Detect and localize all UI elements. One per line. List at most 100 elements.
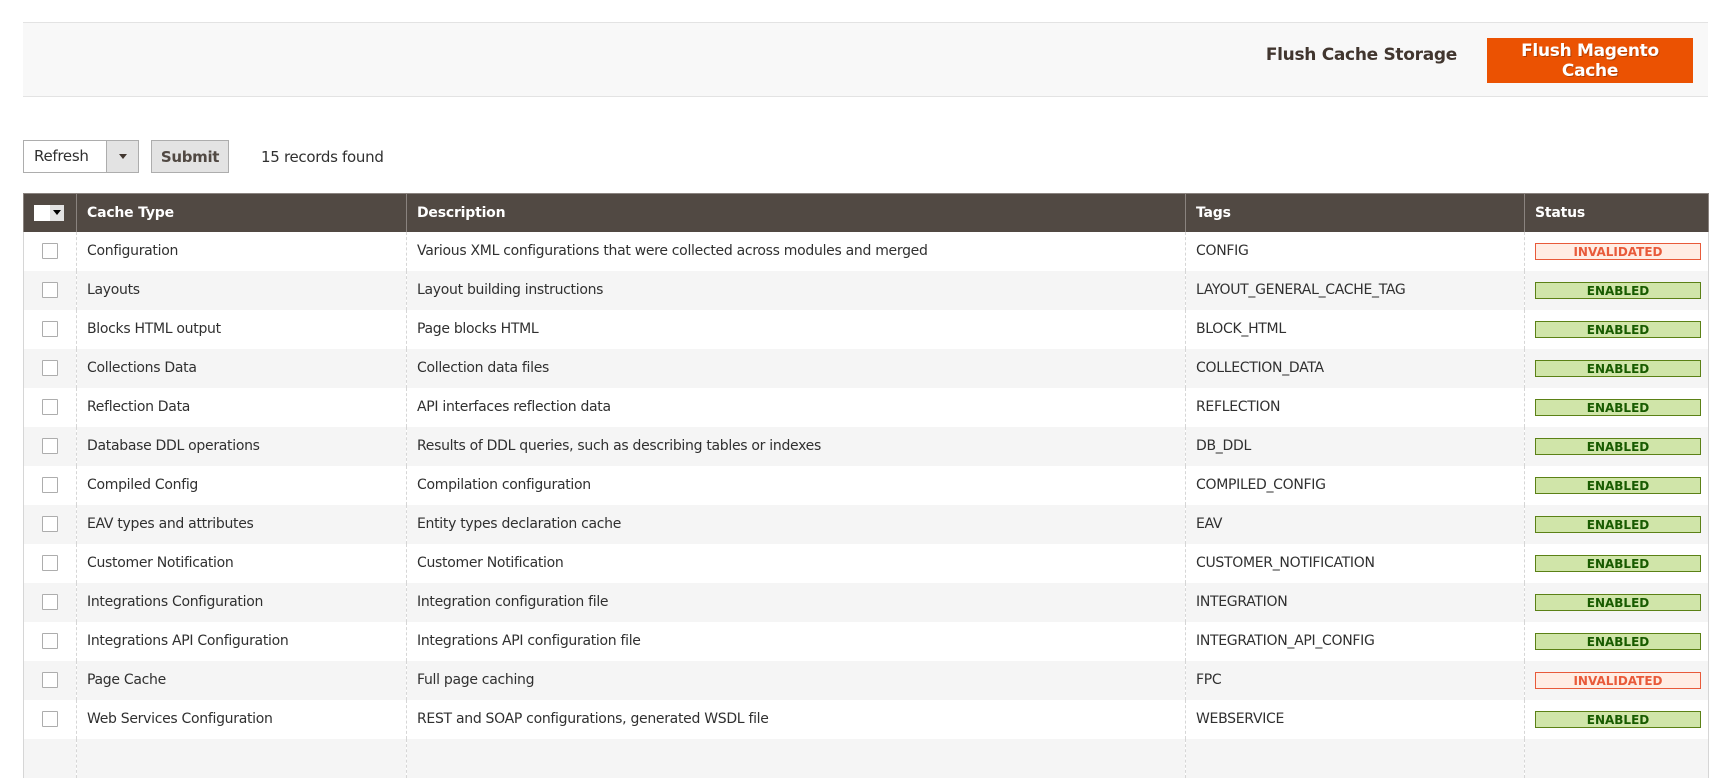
grid-toolbar: Refresh Submit 15 records found: [23, 140, 384, 173]
tags-cell: CUSTOMER_NOTIFICATION: [1185, 543, 1525, 583]
row-checkbox[interactable]: [42, 711, 58, 727]
description-cell: Page blocks HTML: [406, 309, 1186, 349]
cache-type-cell: Database DDL operations: [76, 426, 407, 466]
column-header-status: Status: [1524, 193, 1709, 232]
mass-select-checkbox[interactable]: [34, 204, 64, 221]
row-checkbox[interactable]: [42, 321, 58, 337]
table-row: Web Services Configuration REST and SOAP …: [23, 699, 1709, 739]
status-badge: ENABLED: [1535, 320, 1701, 338]
table-row: Configuration Various XML configurations …: [23, 231, 1709, 271]
table-row: Layouts Layout building instructions LAYOU…: [23, 270, 1709, 310]
column-header-cache-type: Cache Type: [76, 193, 407, 232]
submit-button[interactable]: Submit: [151, 140, 229, 173]
description-cell: Collection data files: [406, 348, 1186, 388]
status-cell: ENABLED: [1524, 426, 1709, 466]
tags-cell: LAYOUT_GENERAL_CACHE_TAG: [1185, 270, 1525, 310]
row-select-cell: [23, 231, 77, 271]
chevron-down-icon: [118, 154, 127, 159]
status-cell: ENABLED: [1524, 582, 1709, 622]
tags-cell: BLOCK_HTML: [1185, 309, 1525, 349]
row-checkbox[interactable]: [42, 243, 58, 259]
grid-header-row: Cache Type Description Tags Status: [23, 193, 1709, 232]
row-select-cell: [23, 309, 77, 349]
cache-type-cell: Configuration: [76, 231, 407, 271]
row-checkbox[interactable]: [42, 360, 58, 376]
flush-magento-cache-button[interactable]: Flush Magento Cache: [1487, 38, 1693, 83]
description-cell: Results of DDL queries, such as describi…: [406, 426, 1186, 466]
status-cell: INVALIDATED: [1524, 231, 1709, 271]
row-checkbox[interactable]: [42, 477, 58, 493]
status-badge: ENABLED: [1535, 437, 1701, 455]
cache-type-cell: Page Cache: [76, 660, 407, 700]
row-select-cell: [23, 465, 77, 505]
page-actions-bar: Flush Cache Storage Flush Magento Cache: [23, 22, 1708, 97]
cache-type-cell: Blocks HTML output: [76, 309, 407, 349]
description-cell: Entity types declaration cache: [406, 504, 1186, 544]
cache-grid: Cache Type Description Tags Status Confi…: [23, 193, 1709, 778]
description-cell: API interfaces reflection data: [406, 387, 1186, 427]
select-all-checkbox[interactable]: [34, 204, 50, 221]
description-cell: Integrations API configuration file: [406, 621, 1186, 661]
tags-cell: WEBSERVICE: [1185, 699, 1525, 739]
description-cell: Customer Notification: [406, 543, 1186, 583]
description-cell: Compilation configuration: [406, 465, 1186, 505]
status-cell: INVALIDATED: [1524, 660, 1709, 700]
table-row: Collections Data Collection data files COL…: [23, 348, 1709, 388]
row-checkbox[interactable]: [42, 594, 58, 610]
tags-cell: DB_DDL: [1185, 426, 1525, 466]
status-cell: ENABLED: [1524, 699, 1709, 739]
row-select-cell: [23, 660, 77, 700]
cache-type-cell: Integrations Configuration: [76, 582, 407, 622]
flush-cache-storage-button[interactable]: Flush Cache Storage: [1266, 45, 1457, 65]
row-select-cell: [23, 426, 77, 466]
status-badge: ENABLED: [1535, 398, 1701, 416]
status-badge: ENABLED: [1535, 515, 1701, 533]
cache-type-cell: Customer Notification: [76, 543, 407, 583]
description-cell: REST and SOAP configurations, generated …: [406, 699, 1186, 739]
chevron-down-icon: [53, 210, 61, 216]
cache-type-cell: Integrations API Configuration: [76, 621, 407, 661]
table-row: Integrations Configuration Integration co…: [23, 582, 1709, 622]
row-checkbox[interactable]: [42, 438, 58, 454]
status-cell: ENABLED: [1524, 348, 1709, 388]
row-checkbox[interactable]: [42, 555, 58, 571]
row-select-cell: [23, 504, 77, 544]
mass-action-select[interactable]: Refresh: [23, 140, 139, 173]
column-header-description: Description: [406, 193, 1186, 232]
tags-cell: INTEGRATION_API_CONFIG: [1185, 621, 1525, 661]
tags-cell: [1185, 738, 1525, 778]
status-cell: ENABLED: [1524, 543, 1709, 583]
table-row: [23, 738, 1709, 778]
status-badge: ENABLED: [1535, 476, 1701, 494]
status-badge: ENABLED: [1535, 281, 1701, 299]
tags-cell: FPC: [1185, 660, 1525, 700]
cache-type-cell: [76, 738, 407, 778]
table-row: Compiled Config Compilation configuration…: [23, 465, 1709, 505]
row-checkbox[interactable]: [42, 516, 58, 532]
status-badge: ENABLED: [1535, 632, 1701, 650]
mass-action-toggle[interactable]: [106, 141, 138, 172]
table-row: Reflection Data API interfaces reflection…: [23, 387, 1709, 427]
row-checkbox[interactable]: [42, 399, 58, 415]
row-checkbox[interactable]: [42, 672, 58, 688]
table-row: Customer Notification Customer Notificati…: [23, 543, 1709, 583]
table-row: Blocks HTML output Page blocks HTML BLOCK_…: [23, 309, 1709, 349]
mass-select-dropdown[interactable]: [50, 204, 64, 221]
row-checkbox[interactable]: [42, 633, 58, 649]
status-cell: [1524, 738, 1709, 778]
row-select-cell: [23, 699, 77, 739]
status-cell: ENABLED: [1524, 465, 1709, 505]
status-badge: INVALIDATED: [1535, 671, 1701, 689]
cache-type-cell: Compiled Config: [76, 465, 407, 505]
description-cell: Full page caching: [406, 660, 1186, 700]
tags-cell: EAV: [1185, 504, 1525, 544]
status-badge: INVALIDATED: [1535, 242, 1701, 260]
table-row: Page Cache Full page caching FPC INVALIDATE…: [23, 660, 1709, 700]
tags-cell: COLLECTION_DATA: [1185, 348, 1525, 388]
mass-select-header: [23, 193, 77, 232]
status-cell: ENABLED: [1524, 504, 1709, 544]
status-badge: ENABLED: [1535, 710, 1701, 728]
row-checkbox[interactable]: [42, 282, 58, 298]
column-header-tags: Tags: [1185, 193, 1525, 232]
status-badge: ENABLED: [1535, 359, 1701, 377]
